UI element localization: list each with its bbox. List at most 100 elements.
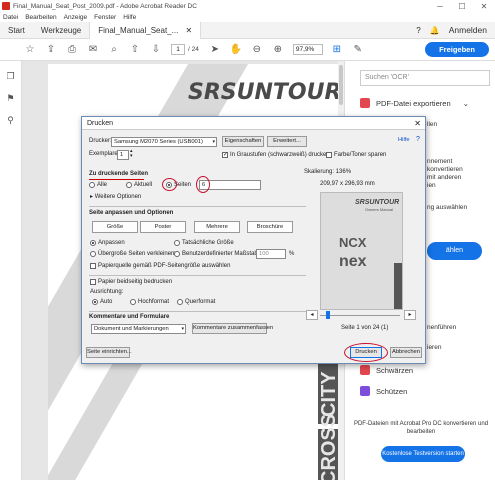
comment-icon[interactable]: ✎ [352, 44, 364, 56]
poster-segment-button[interactable]: Poster [140, 221, 186, 233]
advanced-button[interactable]: Erweitert... [267, 136, 307, 147]
partial-text: ien [427, 182, 436, 189]
printer-select[interactable]: Samsung M2070 Series (USB001) ▾ [111, 137, 217, 147]
minimize-icon[interactable]: ─ [429, 2, 451, 11]
more-options-toggle[interactable]: ▸ Weitere Optionen [90, 193, 141, 200]
grayscale-checkbox[interactable] [222, 151, 228, 158]
help-icon[interactable]: ? [416, 136, 420, 143]
section-divider [89, 311, 306, 312]
paper-source-checkbox[interactable] [90, 263, 96, 269]
promo-text: PDF-Dateien mit Acrobat Pro DC konvertie… [353, 421, 489, 435]
partial-link[interactable]: ng auswählen [427, 204, 467, 211]
page-total: / 24 [188, 46, 199, 53]
bell-icon[interactable]: 🔔 [430, 26, 440, 35]
radio-all-label: Alle [97, 182, 108, 188]
chevron-down-icon[interactable]: ⌄ [463, 99, 469, 108]
red-highlight-circle [162, 178, 177, 191]
copies-input[interactable]: 1 [117, 150, 129, 160]
menu-help[interactable]: Hilfe [123, 14, 136, 21]
custom-scale-input[interactable]: 100 [256, 249, 286, 259]
orient-portrait-radio[interactable] [130, 299, 136, 305]
redact-tool[interactable]: Schwärzen [360, 365, 413, 375]
select-file-button[interactable]: ählen [427, 242, 482, 260]
more-options-label: Weitere Optionen [94, 194, 142, 200]
orient-portrait-label: Hochformat [138, 299, 170, 305]
multiple-segment-button[interactable]: Mehrere [194, 221, 240, 233]
zoom-out-icon[interactable]: ⊖ [251, 44, 263, 56]
menu-view[interactable]: Anzeige [64, 14, 88, 21]
pages-thumbnail-icon[interactable]: ❐ [5, 71, 16, 82]
fit-radio[interactable] [90, 240, 96, 246]
close-icon[interactable]: ✕ [473, 2, 495, 11]
tab-document[interactable]: Final_Manual_Seat_... ✕ [89, 21, 202, 39]
tab-tools[interactable]: Werkzeuge [33, 22, 89, 39]
protect-tool[interactable]: Schützen [360, 386, 407, 396]
login-button[interactable]: Anmelden [449, 25, 487, 35]
bookmarks-icon[interactable]: ⚑ [5, 93, 16, 104]
tab-close-icon[interactable]: ✕ [186, 22, 193, 39]
prev-page-icon[interactable]: ⇧ [129, 44, 141, 56]
preview-brand-nex: nex [339, 253, 367, 270]
custom-scale-radio[interactable] [174, 251, 180, 257]
preview-page: SRSUNTOUR Owners Manual NCX nex [321, 193, 402, 309]
page-number-input[interactable]: 1 [171, 44, 185, 55]
comments-summary-button[interactable]: Kommentare zusammenfassen [192, 323, 273, 334]
upload-icon[interactable]: ⇪ [45, 44, 57, 56]
page-setup-button[interactable]: Seite einrichten... [86, 347, 132, 358]
orient-auto-radio[interactable] [92, 299, 98, 305]
preview-slider-thumb[interactable] [326, 311, 330, 319]
share-button[interactable]: Freigeben [425, 42, 489, 57]
menu-edit[interactable]: Bearbeiten [25, 14, 56, 21]
dialog-close-icon[interactable]: ✕ [414, 117, 421, 130]
help-icon[interactable]: ? [416, 26, 420, 35]
maximize-icon[interactable]: ☐ [451, 2, 473, 11]
chevron-down-icon: ▾ [181, 326, 184, 332]
size-segment-button[interactable]: Größe [92, 221, 138, 233]
toner-save-label: Farbe/Toner sparen [334, 152, 387, 158]
comments-select[interactable]: Dokument und Markierungen ▾ [91, 324, 186, 334]
tools-search-input[interactable]: Suchen 'OCR' [360, 70, 490, 86]
zoom-level-select[interactable]: 97,9% [292, 44, 323, 55]
orient-landscape-radio[interactable] [177, 299, 183, 305]
tab-bar: Start Werkzeuge Final_Manual_Seat_... ✕ … [0, 21, 495, 39]
pages-section-title: Zu druckende Seiten [89, 171, 149, 177]
booklet-segment-button[interactable]: Broschüre [247, 221, 293, 233]
spinner-icon[interactable]: ▴ ▾ [130, 149, 133, 159]
menu-window[interactable]: Fenster [94, 14, 116, 21]
partial-text: nnement [427, 158, 453, 165]
bookmark-star-icon[interactable]: ☆ [24, 44, 36, 56]
menu-file[interactable]: Datei [3, 14, 18, 21]
print-icon[interactable]: ⎙ [66, 44, 78, 56]
toner-save-checkbox[interactable] [326, 152, 332, 158]
zoom-in-icon[interactable]: ⊕ [272, 44, 284, 56]
page-indicator: Seite 1 von 24 (1) [341, 325, 389, 331]
page-fit-icon[interactable]: ⊞ [331, 44, 343, 56]
radio-current-label: Aktuell [134, 182, 153, 188]
mail-icon[interactable]: ✉ [87, 44, 99, 56]
hand-tool-icon[interactable]: ✋ [230, 44, 242, 56]
preview-slider-track[interactable] [320, 315, 400, 316]
properties-button[interactable]: Eigenschaften [222, 136, 264, 147]
grayscale-label: In Graustufen (schwarzweiß) drucken [230, 152, 330, 158]
shrink-radio[interactable] [90, 251, 96, 257]
preview-next-button[interactable]: ▸ [404, 310, 416, 320]
help-link[interactable]: Hilfe [398, 137, 410, 143]
scrollbar-thumb[interactable] [339, 65, 343, 105]
printer-value: Samsung M2070 Series (USB001) [114, 139, 203, 145]
both-sides-checkbox[interactable] [90, 279, 96, 285]
radio-current[interactable] [126, 182, 132, 188]
tab-start[interactable]: Start [0, 22, 33, 39]
actual-size-radio[interactable] [174, 240, 180, 246]
export-pdf-tool[interactable]: PDF-Datei exportieren ⌄ [360, 98, 469, 108]
next-page-icon[interactable]: ⇩ [150, 44, 162, 56]
radio-all[interactable] [89, 182, 95, 188]
cancel-button[interactable]: Abbrechen [390, 347, 422, 358]
orientation-label: Ausrichtung: [90, 289, 124, 295]
search-icon[interactable]: ⌕ [108, 44, 120, 56]
redact-label: Schwärzen [376, 365, 414, 375]
attachments-icon[interactable]: ⚲ [5, 115, 16, 126]
select-file-label: ählen [445, 247, 464, 254]
preview-prev-button[interactable]: ◂ [306, 310, 318, 320]
free-trial-button[interactable]: Kostenlose Testversion starten [381, 446, 465, 462]
select-pointer-icon[interactable]: ➤ [209, 44, 221, 56]
